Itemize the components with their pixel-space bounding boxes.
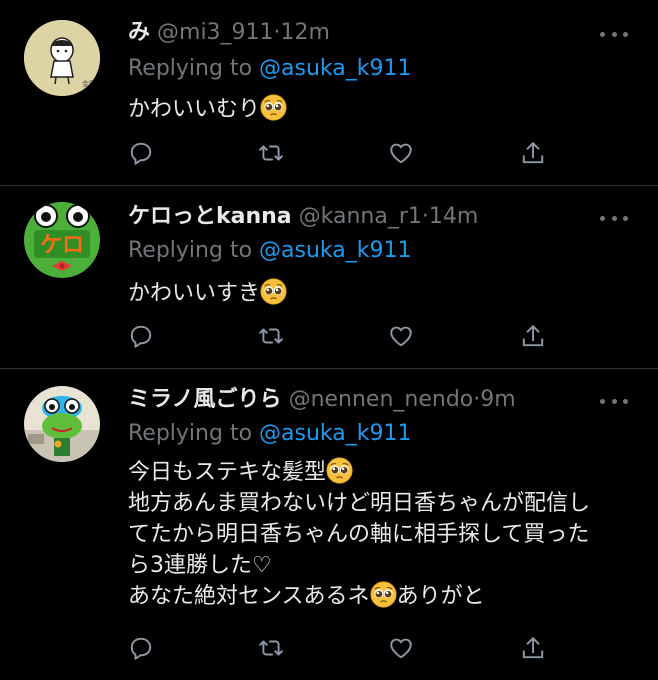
mention-link[interactable]: @asuka_k911 — [259, 238, 411, 263]
tweet-line: あなた絶対センスあるネ — [128, 584, 370, 609]
tweet-line: ありがと — [396, 584, 485, 609]
tweet-text: かわいいむり — [128, 94, 638, 125]
pleading-face-emoji — [260, 94, 287, 121]
tweet-3[interactable]: ミラノ風ごりら @nennen_nendo·9m Replying to @as… — [0, 369, 658, 680]
pleading-face-emoji — [326, 457, 353, 484]
display-name[interactable]: ケロっとkanna — [128, 204, 292, 229]
timestamp[interactable]: 14m — [429, 204, 478, 229]
pleading-face-emoji — [260, 278, 287, 305]
timestamp[interactable]: 12m — [281, 20, 330, 45]
avatar[interactable] — [24, 386, 100, 462]
handle[interactable]: @mi3_911 — [157, 20, 274, 45]
separator: · — [421, 204, 429, 229]
tweet-line: かわいいすき — [128, 281, 261, 306]
display-name[interactable]: ミラノ風ごりら — [128, 387, 282, 412]
more-icon[interactable] — [600, 213, 628, 223]
avatar[interactable]: 金野 — [24, 20, 100, 96]
display-name[interactable]: み — [128, 20, 150, 45]
tweet-line: ら3連勝した♡ — [128, 553, 272, 578]
action-bar — [128, 140, 568, 170]
retweet-icon[interactable] — [258, 140, 288, 170]
retweet-icon[interactable] — [258, 635, 288, 665]
replying-to-label: Replying to — [128, 56, 260, 81]
mention-link[interactable]: @asuka_k911 — [259, 56, 411, 81]
reply-icon[interactable] — [128, 140, 158, 170]
share-icon[interactable] — [520, 140, 550, 170]
replying-to: Replying to @asuka_k911 — [128, 420, 411, 448]
mention-link[interactable]: @asuka_k911 — [259, 421, 411, 446]
heart-icon[interactable] — [388, 140, 418, 170]
reply-icon[interactable] — [128, 323, 158, 353]
replying-to: Replying to @asuka_k911 — [128, 55, 411, 83]
tweet-1[interactable]: 金野 み @mi3_911·12m Replying to @asuka_k91… — [0, 0, 658, 186]
reply-icon[interactable] — [128, 635, 158, 665]
handle[interactable]: @nennen_nendo — [289, 387, 474, 412]
share-icon[interactable] — [520, 323, 550, 353]
separator: · — [273, 20, 281, 45]
tweet-line: てたから明日香ちゃんの軸に相手探して買った — [128, 522, 590, 547]
timestamp[interactable]: 9m — [480, 387, 515, 412]
tweet-text: 今日もステキな髪型 地方あんま買わないけど明日香ちゃんが配信し てたから明日香ち… — [128, 457, 638, 612]
heart-icon[interactable] — [388, 323, 418, 353]
handle[interactable]: @kanna_r1 — [299, 204, 422, 229]
avatar-text: ケロ — [40, 233, 84, 258]
share-icon[interactable] — [520, 635, 550, 665]
replying-to: Replying to @asuka_k911 — [128, 237, 411, 265]
pleading-face-emoji — [370, 581, 397, 608]
avatar[interactable]: ケロ — [24, 202, 100, 278]
tweet-text: かわいいすき — [128, 278, 638, 309]
replying-to-label: Replying to — [128, 238, 260, 263]
tweet-line: かわいいむり — [128, 97, 261, 122]
tweet-line: 今日もステキな髪型 — [128, 460, 327, 485]
more-icon[interactable] — [600, 29, 628, 39]
replying-to-label: Replying to — [128, 421, 260, 446]
more-icon[interactable] — [600, 396, 628, 406]
svg-text:金野: 金野 — [82, 79, 96, 88]
tweet-line: 地方あんま買わないけど明日香ちゃんが配信し — [128, 491, 591, 516]
heart-icon[interactable] — [388, 635, 418, 665]
action-bar — [128, 635, 568, 665]
action-bar — [128, 323, 568, 353]
tweet-2[interactable]: ケロ ケロっとkanna @kanna_r1·14m Replying to @… — [0, 186, 658, 368]
retweet-icon[interactable] — [258, 323, 288, 353]
